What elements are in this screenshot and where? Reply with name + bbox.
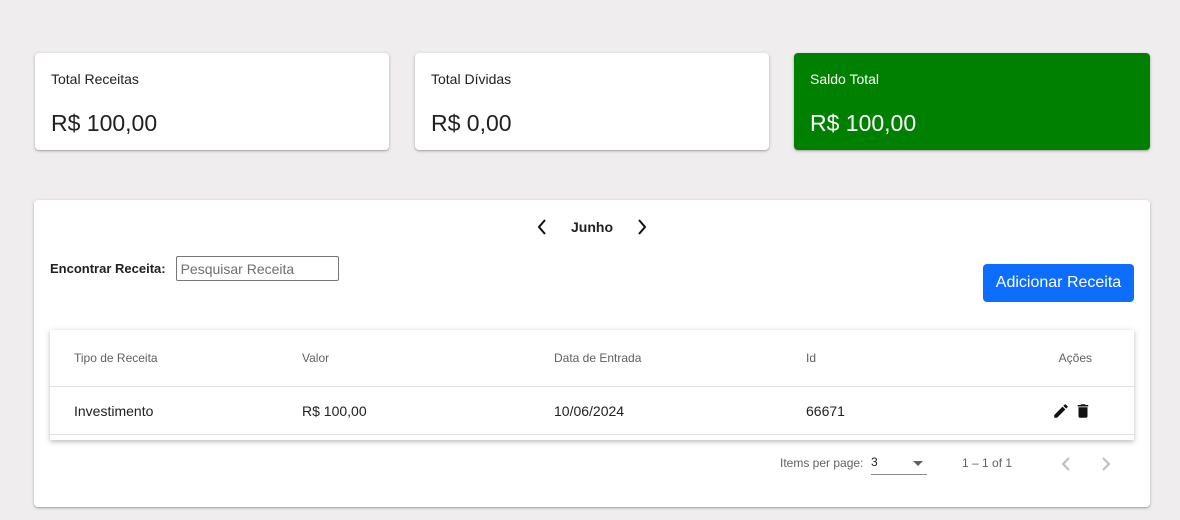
cell-data: 10/06/2024 [554,386,806,435]
paginator: Items per page: 3 1 – 1 of 1 [34,452,1150,476]
search-input[interactable] [175,256,339,281]
total-receitas-value: R$ 100,00 [51,110,158,136]
chevron-right-icon[interactable] [631,216,653,238]
total-dividas-card: Total Dívidas R$ 0,00 [415,53,769,150]
search-row: Encontrar Receita: [50,256,339,281]
edit-icon[interactable] [1052,402,1070,420]
current-month-label: Junho [571,219,613,235]
total-receitas-title: Total Receitas [51,71,139,87]
total-receitas-card: Total Receitas R$ 100,00 [35,53,389,150]
items-per-page-label: Items per page: [780,456,864,470]
receitas-panel: Junho Encontrar Receita: Adicionar Recei… [34,200,1150,507]
next-page-icon[interactable] [1094,452,1118,476]
total-dividas-value: R$ 0,00 [431,110,512,136]
delete-icon[interactable] [1074,402,1092,420]
column-header-data: Data de Entrada [554,330,806,387]
saldo-total-value: R$ 100,00 [810,110,917,136]
cell-id: 66671 [806,386,1006,435]
search-label: Encontrar Receita: [50,261,166,276]
cell-valor: R$ 100,00 [302,386,554,435]
caret-down-icon [913,461,923,466]
saldo-total-card: Saldo Total R$ 100,00 [794,53,1150,150]
page-size-select[interactable]: 3 [871,452,927,475]
table-header-row: Tipo de Receita Valor Data de Entrada Id… [50,330,1134,387]
table-row: Investimento R$ 100,00 10/06/2024 66671 [50,386,1134,435]
cell-actions [1006,386,1134,435]
add-receita-button[interactable]: Adicionar Receita [983,264,1134,302]
column-header-valor: Valor [302,330,554,387]
column-header-tipo: Tipo de Receita [50,330,302,387]
chevron-left-icon[interactable] [531,216,553,238]
column-header-acoes: Ações [1006,330,1134,387]
receitas-table: Tipo de Receita Valor Data de Entrada Id… [50,330,1134,440]
month-navigator: Junho [34,216,1150,238]
saldo-total-title: Saldo Total [810,71,880,87]
column-header-id: Id [806,330,1006,387]
page-range-label: 1 – 1 of 1 [962,456,1013,470]
cell-tipo: Investimento [50,386,302,435]
page-size-value: 3 [871,455,878,469]
total-dividas-title: Total Dívidas [431,71,512,87]
previous-page-icon[interactable] [1054,452,1078,476]
